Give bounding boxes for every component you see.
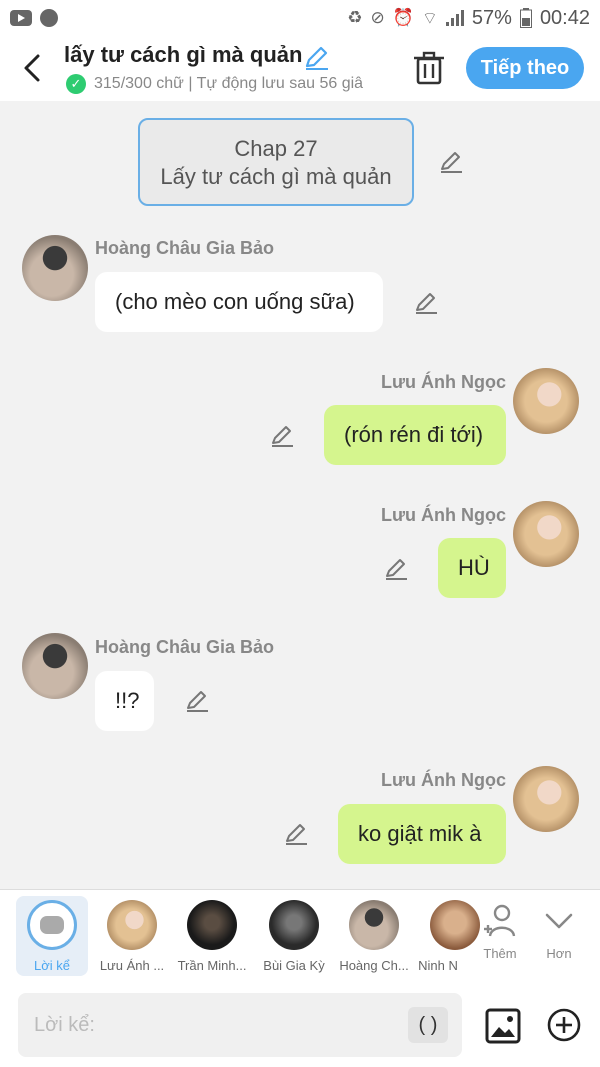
message-bubble[interactable]: HÙ [438, 538, 506, 598]
avatar [349, 900, 399, 950]
image-icon[interactable] [484, 1007, 522, 1045]
sender-name: Lưu Ánh Ngọc [380, 770, 506, 790]
avatar [187, 900, 237, 950]
avatar[interactable] [513, 501, 579, 567]
add-person-icon [484, 904, 516, 937]
character-ninh[interactable]: Ninh N [418, 896, 480, 976]
character-narrator[interactable]: Lời kể [16, 896, 88, 976]
edit-message-pencil-icon[interactable] [269, 423, 295, 449]
edit-message-pencil-icon[interactable] [413, 290, 439, 316]
recycle-icon: ♻ [347, 8, 363, 27]
next-button[interactable]: Tiếp theo [466, 47, 584, 89]
edit-message-pencil-icon[interactable] [383, 556, 409, 582]
message-bubble[interactable]: ko giật mik à [338, 804, 506, 864]
character-label: Lời kể [34, 958, 70, 973]
avatar [107, 900, 157, 950]
sender-name: Hoàng Châu Gia Bảo [95, 637, 275, 657]
character-tran-minh[interactable]: Trần Minh... [176, 896, 248, 976]
back-arrow-icon[interactable] [18, 50, 48, 86]
avatar[interactable] [513, 766, 579, 832]
add-character-button[interactable]: Thêm [470, 902, 530, 961]
more-button[interactable]: Hơn [529, 902, 589, 961]
more-label: Hơn [546, 946, 572, 961]
edit-chapter-pencil-icon[interactable] [438, 149, 464, 175]
battery-percent: 57% [471, 6, 512, 29]
status-right: ♻ ⊘ ⏰ ⌔ 57% 00:42 [347, 7, 590, 30]
message-bubble[interactable]: (cho mèo con uống sữa) [95, 272, 383, 332]
chapter-card[interactable]: Chap 27 Lấy tư cách gì mà quản [138, 118, 414, 206]
avatar[interactable] [22, 235, 88, 301]
status-left [10, 9, 58, 27]
globe-icon [40, 9, 58, 27]
character-label: Lưu Ánh ... [99, 958, 165, 973]
edit-message-pencil-icon[interactable] [283, 821, 309, 847]
character-label: Trần Minh... [177, 958, 247, 973]
message-input[interactable] [18, 993, 462, 1057]
alarm-icon: ⏰ [392, 8, 414, 27]
edit-title-pencil-icon[interactable] [302, 44, 330, 72]
message-bubble[interactable]: !!? [95, 671, 154, 731]
story-title[interactable]: lấy tư cách gì mà quản [64, 42, 302, 68]
battery-icon [519, 8, 532, 28]
input-bar: ( ) [0, 985, 600, 1067]
signal-icon [445, 10, 464, 26]
character-bui-gia-ky[interactable]: Bùi Gia Kỳ [258, 896, 330, 976]
sender-name: Lưu Ánh Ngọc [380, 505, 506, 525]
word-count-autosave: 315/300 chữ | Tự động lưu sau 56 giâ [94, 75, 364, 92]
top-bar: lấy tư cách gì mà quản ✓ 315/300 chữ | T… [0, 36, 600, 101]
narrator-icon [27, 900, 77, 950]
character-label: Ninh N [418, 958, 458, 973]
chapter-title: Lấy tư cách gì mà quản [160, 164, 392, 189]
add-label: Thêm [483, 946, 517, 961]
avatar[interactable] [22, 633, 88, 699]
plus-circle-icon[interactable] [546, 1007, 582, 1043]
avatar[interactable] [513, 368, 579, 434]
check-icon: ✓ [66, 74, 86, 94]
youtube-icon [10, 10, 32, 26]
message-bubble[interactable]: (rón rén đi tới) [324, 405, 506, 465]
avatar [269, 900, 319, 950]
edit-message-pencil-icon[interactable] [184, 688, 210, 714]
character-luu-anh-ngoc[interactable]: Lưu Ánh ... [96, 896, 168, 976]
chapter-number: Chap 27 [234, 136, 318, 161]
save-status: ✓ 315/300 chữ | Tự động lưu sau 56 giâ [66, 74, 390, 94]
trash-icon[interactable] [412, 50, 446, 86]
wifi-icon: ⌔ [421, 8, 438, 28]
clock: 00:42 [539, 6, 590, 29]
chevron-down-icon [545, 913, 573, 929]
blocked-icon: ⊘ [370, 8, 385, 27]
status-bar: ♻ ⊘ ⏰ ⌔ 57% 00:42 [0, 0, 600, 36]
sender-name: Lưu Ánh Ngọc [380, 372, 506, 392]
character-bar: Lời kể Lưu Ánh ... Trần Minh... Bùi Gia … [0, 889, 600, 985]
character-label: Bùi Gia Kỳ [263, 958, 325, 973]
character-label: Hoàng Ch... [339, 958, 409, 973]
parenthesis-button[interactable]: ( ) [408, 1007, 448, 1043]
character-hoang-chau[interactable]: Hoàng Ch... [338, 896, 410, 976]
sender-name: Hoàng Châu Gia Bảo [95, 238, 275, 258]
